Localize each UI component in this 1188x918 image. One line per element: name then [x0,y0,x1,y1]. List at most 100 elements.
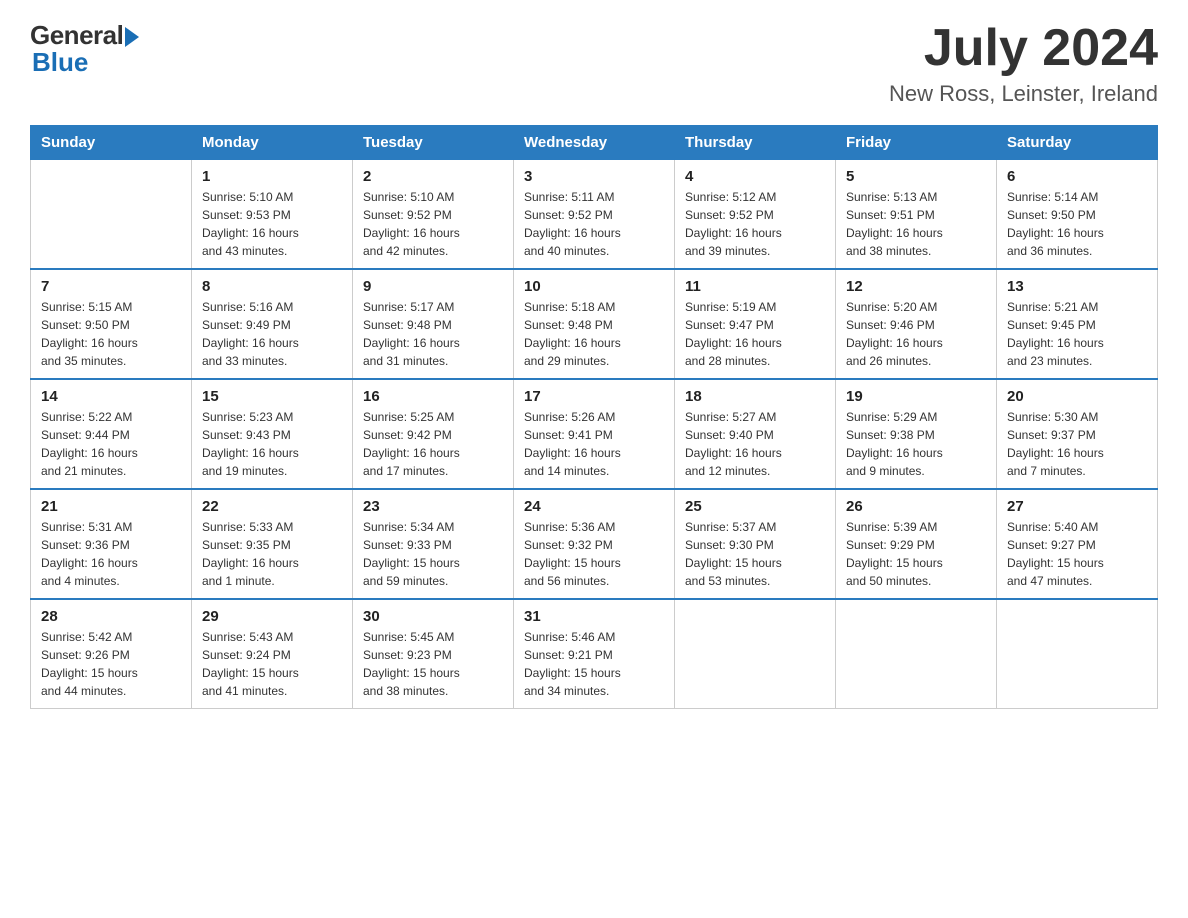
logo: General Blue [30,20,139,78]
calendar-header-friday: Friday [836,126,997,160]
day-info: Sunrise: 5:26 AM Sunset: 9:41 PM Dayligh… [524,408,664,480]
calendar-cell: 27 Sunrise: 5:40 AM Sunset: 9:27 PM Dayli… [997,489,1158,599]
day-number: 7 [41,278,181,295]
day-number: 4 [685,168,825,185]
calendar-cell: 7 Sunrise: 5:15 AM Sunset: 9:50 PM Daylig… [31,269,192,379]
day-number: 20 [1007,388,1147,405]
day-number: 9 [363,278,503,295]
calendar-cell: 30 Sunrise: 5:45 AM Sunset: 9:23 PM Dayli… [353,599,514,709]
day-number: 1 [202,168,342,185]
day-info: Sunrise: 5:31 AM Sunset: 9:36 PM Dayligh… [41,518,181,590]
calendar-cell: 11 Sunrise: 5:19 AM Sunset: 9:47 PM Dayli… [675,269,836,379]
day-number: 29 [202,608,342,625]
day-info: Sunrise: 5:22 AM Sunset: 9:44 PM Dayligh… [41,408,181,480]
calendar-cell: 4 Sunrise: 5:12 AM Sunset: 9:52 PM Daylig… [675,160,836,270]
calendar-cell: 20 Sunrise: 5:30 AM Sunset: 9:37 PM Dayli… [997,379,1158,489]
calendar-header-monday: Monday [192,126,353,160]
day-number: 6 [1007,168,1147,185]
day-number: 27 [1007,498,1147,515]
calendar-cell: 26 Sunrise: 5:39 AM Sunset: 9:29 PM Dayli… [836,489,997,599]
header-right: July 2024 New Ross, Leinster, Ireland [889,20,1158,107]
day-info: Sunrise: 5:42 AM Sunset: 9:26 PM Dayligh… [41,628,181,700]
calendar-cell [836,599,997,709]
day-number: 23 [363,498,503,515]
calendar-header-sunday: Sunday [31,126,192,160]
day-info: Sunrise: 5:39 AM Sunset: 9:29 PM Dayligh… [846,518,986,590]
day-info: Sunrise: 5:45 AM Sunset: 9:23 PM Dayligh… [363,628,503,700]
day-info: Sunrise: 5:36 AM Sunset: 9:32 PM Dayligh… [524,518,664,590]
day-number: 17 [524,388,664,405]
day-number: 26 [846,498,986,515]
calendar-header-tuesday: Tuesday [353,126,514,160]
calendar-header-wednesday: Wednesday [514,126,675,160]
day-info: Sunrise: 5:34 AM Sunset: 9:33 PM Dayligh… [363,518,503,590]
day-number: 12 [846,278,986,295]
calendar-cell: 1 Sunrise: 5:10 AM Sunset: 9:53 PM Daylig… [192,160,353,270]
day-number: 13 [1007,278,1147,295]
day-number: 28 [41,608,181,625]
calendar-cell: 13 Sunrise: 5:21 AM Sunset: 9:45 PM Dayli… [997,269,1158,379]
day-number: 16 [363,388,503,405]
day-info: Sunrise: 5:43 AM Sunset: 9:24 PM Dayligh… [202,628,342,700]
calendar-cell: 6 Sunrise: 5:14 AM Sunset: 9:50 PM Daylig… [997,160,1158,270]
calendar-cell: 18 Sunrise: 5:27 AM Sunset: 9:40 PM Dayli… [675,379,836,489]
day-info: Sunrise: 5:33 AM Sunset: 9:35 PM Dayligh… [202,518,342,590]
calendar-cell: 9 Sunrise: 5:17 AM Sunset: 9:48 PM Daylig… [353,269,514,379]
calendar-header-thursday: Thursday [675,126,836,160]
calendar-cell: 22 Sunrise: 5:33 AM Sunset: 9:35 PM Dayli… [192,489,353,599]
day-info: Sunrise: 5:29 AM Sunset: 9:38 PM Dayligh… [846,408,986,480]
month-year-title: July 2024 [889,20,1158,77]
day-info: Sunrise: 5:40 AM Sunset: 9:27 PM Dayligh… [1007,518,1147,590]
calendar-cell [31,160,192,270]
day-number: 10 [524,278,664,295]
day-info: Sunrise: 5:21 AM Sunset: 9:45 PM Dayligh… [1007,298,1147,370]
calendar-week-row: 7 Sunrise: 5:15 AM Sunset: 9:50 PM Daylig… [31,269,1158,379]
day-info: Sunrise: 5:17 AM Sunset: 9:48 PM Dayligh… [363,298,503,370]
day-number: 24 [524,498,664,515]
calendar-cell: 24 Sunrise: 5:36 AM Sunset: 9:32 PM Dayli… [514,489,675,599]
day-info: Sunrise: 5:30 AM Sunset: 9:37 PM Dayligh… [1007,408,1147,480]
day-number: 31 [524,608,664,625]
day-number: 11 [685,278,825,295]
day-info: Sunrise: 5:10 AM Sunset: 9:53 PM Dayligh… [202,188,342,260]
day-number: 5 [846,168,986,185]
calendar-cell: 19Sunrise: 5:29 AM Sunset: 9:38 PM Dayli… [836,379,997,489]
calendar-week-row: 1 Sunrise: 5:10 AM Sunset: 9:53 PM Daylig… [31,160,1158,270]
calendar-cell [675,599,836,709]
calendar-cell: 17 Sunrise: 5:26 AM Sunset: 9:41 PM Dayli… [514,379,675,489]
calendar-cell: 16 Sunrise: 5:25 AM Sunset: 9:42 PM Dayli… [353,379,514,489]
day-info: Sunrise: 5:10 AM Sunset: 9:52 PM Dayligh… [363,188,503,260]
calendar-cell: 31Sunrise: 5:46 AM Sunset: 9:21 PM Dayli… [514,599,675,709]
day-number: 14 [41,388,181,405]
calendar-cell [997,599,1158,709]
day-number: 3 [524,168,664,185]
calendar-cell: 28 Sunrise: 5:42 AM Sunset: 9:26 PM Dayli… [31,599,192,709]
day-number: 15 [202,388,342,405]
day-info: Sunrise: 5:23 AM Sunset: 9:43 PM Dayligh… [202,408,342,480]
day-number: 18 [685,388,825,405]
calendar-cell: 23 Sunrise: 5:34 AM Sunset: 9:33 PM Dayli… [353,489,514,599]
logo-arrow-icon [125,27,139,47]
page-header: General Blue July 2024 New Ross, Leinste… [30,20,1158,107]
calendar-cell: 8Sunrise: 5:16 AM Sunset: 9:49 PM Daylig… [192,269,353,379]
day-info: Sunrise: 5:20 AM Sunset: 9:46 PM Dayligh… [846,298,986,370]
calendar-header-row: SundayMondayTuesdayWednesdayThursdayFrid… [31,126,1158,160]
day-number: 25 [685,498,825,515]
calendar-header-saturday: Saturday [997,126,1158,160]
calendar-week-row: 14 Sunrise: 5:22 AM Sunset: 9:44 PM Dayli… [31,379,1158,489]
day-info: Sunrise: 5:27 AM Sunset: 9:40 PM Dayligh… [685,408,825,480]
day-info: Sunrise: 5:12 AM Sunset: 9:52 PM Dayligh… [685,188,825,260]
day-info: Sunrise: 5:14 AM Sunset: 9:50 PM Dayligh… [1007,188,1147,260]
day-number: 8 [202,278,342,295]
calendar-cell: 14 Sunrise: 5:22 AM Sunset: 9:44 PM Dayli… [31,379,192,489]
day-info: Sunrise: 5:37 AM Sunset: 9:30 PM Dayligh… [685,518,825,590]
day-number: 21 [41,498,181,515]
day-info: Sunrise: 5:25 AM Sunset: 9:42 PM Dayligh… [363,408,503,480]
day-info: Sunrise: 5:15 AM Sunset: 9:50 PM Dayligh… [41,298,181,370]
calendar-table: SundayMondayTuesdayWednesdayThursdayFrid… [30,125,1158,709]
day-info: Sunrise: 5:19 AM Sunset: 9:47 PM Dayligh… [685,298,825,370]
calendar-cell: 25 Sunrise: 5:37 AM Sunset: 9:30 PM Dayli… [675,489,836,599]
calendar-cell: 5Sunrise: 5:13 AM Sunset: 9:51 PM Daylig… [836,160,997,270]
day-number: 22 [202,498,342,515]
day-number: 30 [363,608,503,625]
